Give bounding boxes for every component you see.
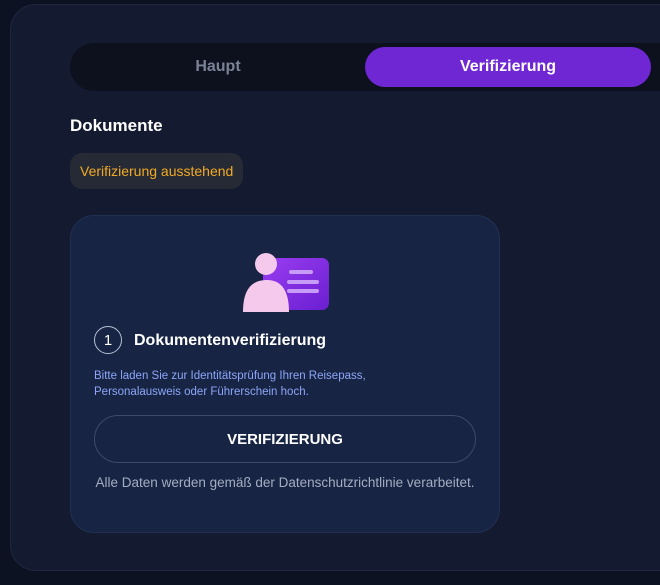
status-badge: Verifizierung ausstehend — [70, 153, 244, 189]
verification-card: 1 Dokumentenverifizierung Bitte laden Si… — [70, 215, 500, 533]
step-description: Bitte laden Sie zur Identitätsprüfung Ih… — [94, 370, 366, 398]
privacy-note: Alle Daten werden gemäß der Datenschutzr… — [95, 475, 475, 490]
tab-haupt[interactable]: Haupt — [74, 47, 362, 87]
verify-button[interactable]: VERIFIZIERUNG — [94, 415, 476, 463]
id-card-icon — [243, 253, 329, 312]
step-number-badge: 1 — [94, 326, 122, 354]
tab-verifizierung[interactable]: Verifizierung — [365, 47, 651, 87]
section-title: Dokumente — [70, 116, 163, 135]
step-title: Dokumentenverifizierung — [134, 332, 327, 349]
tab-bar: Haupt Verifizierung — [70, 43, 660, 91]
